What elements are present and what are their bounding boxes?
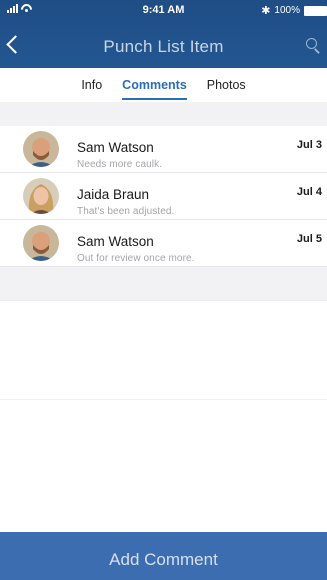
nav-bar: Punch List Item — [0, 28, 327, 64]
battery-status: ✱ 100% — [261, 4, 327, 17]
tab-photos[interactable]: Photos — [207, 68, 246, 102]
comment-author: Jaida Braun — [77, 187, 150, 202]
avatar — [23, 225, 59, 261]
battery-icon — [304, 5, 327, 16]
avatar — [23, 178, 59, 214]
divider — [0, 399, 327, 400]
tab-bar: Info Comments Photos — [0, 68, 327, 102]
comment-date: Jul 5 — [296, 233, 322, 245]
comment-text: Needs more caulk. — [77, 159, 163, 170]
search-icon[interactable] — [305, 37, 321, 54]
comment-row[interactable]: Sam Watson Needs more caulk. Jul 3 — [0, 126, 327, 173]
comment-row[interactable]: Jaida Braun That's been adjusted. Jul 4 — [0, 173, 327, 220]
status-bar: 9:41 AM ✱ 100% — [0, 0, 327, 20]
comment-text: That's been adjusted. — [77, 206, 175, 217]
comment-date: Jul 3 — [296, 139, 322, 151]
comment-date: Jul 4 — [296, 186, 322, 198]
comment-author: Sam Watson — [77, 140, 154, 155]
comment-text: Out for review once more. — [77, 253, 195, 264]
comments-list: Sam Watson Needs more caulk. Jul 3 Jaida… — [0, 126, 327, 267]
add-comment-button[interactable]: Add Comment — [0, 532, 327, 580]
tab-comments[interactable]: Comments — [122, 68, 187, 102]
comment-author: Sam Watson — [77, 234, 154, 249]
bluetooth-icon: ✱ — [261, 5, 271, 17]
battery-percent: 100% — [274, 5, 300, 16]
avatar — [23, 131, 59, 167]
tab-info[interactable]: Info — [81, 68, 102, 102]
app-header: 9:41 AM ✱ 100% Punch List Item — [0, 0, 327, 68]
empty-area — [0, 300, 327, 532]
page-title: Punch List Item — [103, 37, 224, 56]
comment-row[interactable]: Sam Watson Out for review once more. Jul… — [0, 220, 327, 267]
